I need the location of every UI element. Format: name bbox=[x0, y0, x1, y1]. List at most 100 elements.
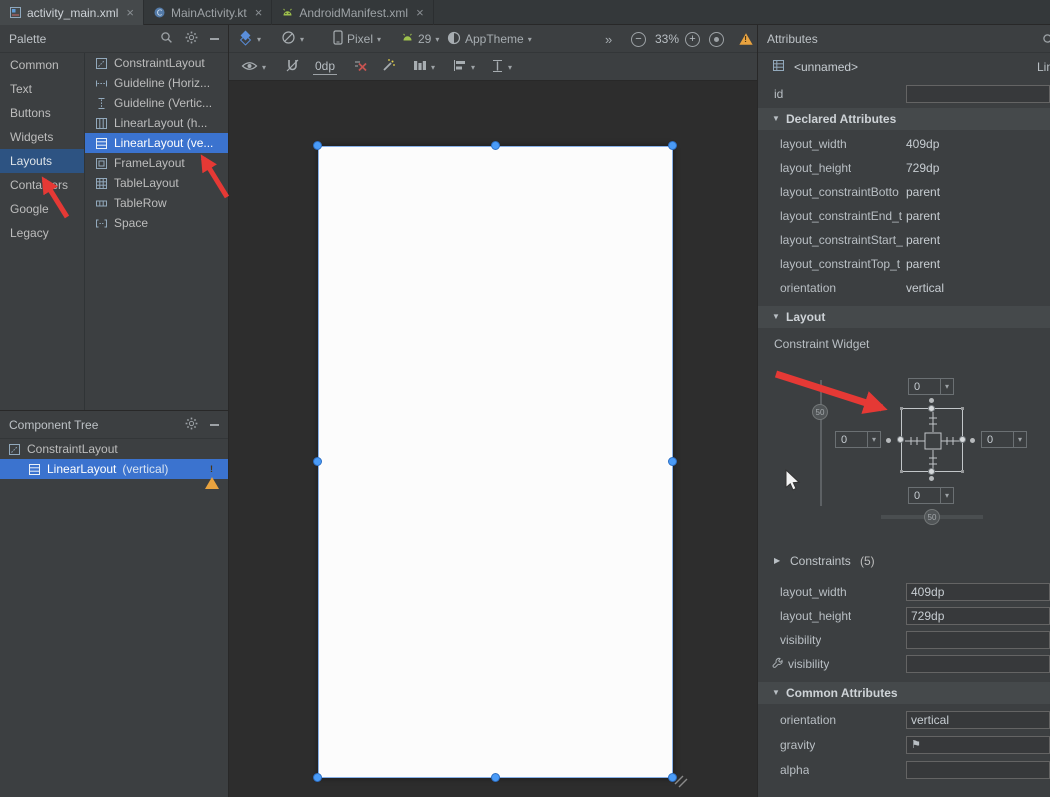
margin-bottom-combo[interactable]: 0 ▾ bbox=[908, 487, 954, 504]
api-version-selector[interactable]: 29 ▾ bbox=[401, 25, 439, 53]
attr-value[interactable]: 409dp bbox=[906, 137, 939, 151]
resize-handle-top-left[interactable] bbox=[313, 141, 322, 150]
gear-icon[interactable] bbox=[185, 31, 198, 47]
palette-category-widgets[interactable]: Widgets bbox=[0, 125, 84, 149]
search-icon[interactable] bbox=[1042, 33, 1050, 49]
declared-row[interactable]: layout_constraintBotto parent bbox=[758, 180, 1050, 204]
attr-value[interactable]: parent bbox=[906, 185, 940, 199]
pack-menu[interactable]: ▾ bbox=[413, 53, 435, 81]
view-options-button[interactable]: ▾ bbox=[241, 53, 266, 81]
palette-category-containers[interactable]: Containers bbox=[0, 173, 84, 197]
orientation-field[interactable] bbox=[906, 711, 1050, 729]
minimize-icon[interactable] bbox=[210, 424, 219, 426]
palette-item-linearlayout-vertical[interactable]: LinearLayout (ve... bbox=[85, 133, 228, 153]
minimize-icon[interactable] bbox=[210, 38, 219, 40]
declared-row[interactable]: layout_constraintStart_ parent bbox=[758, 228, 1050, 252]
alpha-field[interactable] bbox=[906, 761, 1050, 779]
palette-item-guideline-horizontal[interactable]: Guideline (Horiz... bbox=[85, 73, 228, 93]
gravity-field[interactable]: ⚑ bbox=[906, 736, 1050, 754]
resize-handle-bottom-right[interactable] bbox=[668, 773, 677, 782]
attr-value[interactable]: parent bbox=[906, 257, 940, 271]
attr-value[interactable]: parent bbox=[906, 233, 940, 247]
layout-height-field[interactable] bbox=[906, 607, 1050, 625]
vertical-bias-value[interactable]: 50 bbox=[812, 404, 828, 420]
constraints-group-row[interactable]: ▶ Constraints (5) bbox=[758, 550, 1050, 574]
resize-handle-bottom-center[interactable] bbox=[491, 773, 500, 782]
attr-value[interactable]: parent bbox=[906, 209, 940, 223]
palette-category-text[interactable]: Text bbox=[0, 77, 84, 101]
palette-category-common[interactable]: Common bbox=[0, 53, 84, 77]
constraint-anchor-right[interactable] bbox=[959, 436, 966, 443]
palette-item-label: Guideline (Vertic... bbox=[114, 96, 212, 110]
close-icon[interactable]: × bbox=[255, 6, 263, 19]
declared-row[interactable]: layout_constraintTop_t parent bbox=[758, 252, 1050, 276]
section-expanded-icon: ▼ bbox=[772, 306, 780, 328]
constraint-widget[interactable] bbox=[901, 408, 963, 472]
gear-icon[interactable] bbox=[185, 417, 198, 433]
default-margin-selector[interactable]: 0dp bbox=[313, 53, 337, 81]
attr-value[interactable]: 729dp bbox=[906, 161, 939, 175]
search-icon[interactable] bbox=[160, 31, 173, 47]
horizontal-bias-value[interactable]: 50 bbox=[924, 509, 940, 525]
constraint-anchor-bottom[interactable] bbox=[928, 468, 935, 475]
design-surface[interactable] bbox=[229, 81, 757, 797]
margin-left-combo[interactable]: 0 ▾ bbox=[835, 431, 881, 448]
autoconnect-toggle[interactable] bbox=[285, 53, 300, 81]
close-icon[interactable]: × bbox=[416, 6, 424, 19]
constraint-anchor-left[interactable] bbox=[897, 436, 904, 443]
toolbar-overflow-button[interactable]: » bbox=[605, 25, 612, 53]
palette-item-framelayout[interactable]: FrameLayout bbox=[85, 153, 228, 173]
tab-androidmanifest-xml[interactable]: AndroidManifest.xml × bbox=[272, 0, 433, 25]
margin-top-combo[interactable]: 0 ▾ bbox=[908, 378, 954, 395]
attr-value[interactable]: vertical bbox=[906, 281, 944, 295]
design-mode-selector[interactable]: ▾ bbox=[237, 25, 261, 53]
resize-handle-bottom-left[interactable] bbox=[313, 773, 322, 782]
declared-row[interactable]: layout_height 729dp bbox=[758, 156, 1050, 180]
clear-constraints-button[interactable] bbox=[353, 53, 368, 81]
resize-handle-middle-left[interactable] bbox=[313, 457, 322, 466]
declared-row[interactable]: layout_width 409dp bbox=[758, 132, 1050, 156]
palette-category-buttons[interactable]: Buttons bbox=[0, 101, 84, 125]
margin-right-combo[interactable]: 0 ▾ bbox=[981, 431, 1027, 448]
infer-constraints-button[interactable] bbox=[381, 53, 396, 81]
palette-category-legacy[interactable]: Legacy bbox=[0, 221, 84, 245]
palette-category-layouts[interactable]: Layouts bbox=[0, 149, 84, 173]
palette-item-constraintlayout[interactable]: ConstraintLayout bbox=[85, 53, 228, 73]
zoom-in-button[interactable]: + bbox=[685, 25, 700, 53]
tab-mainactivity-kt[interactable]: C MainActivity.kt × bbox=[144, 0, 272, 25]
id-field[interactable] bbox=[906, 85, 1050, 103]
device-selector[interactable]: Pixel ▾ bbox=[333, 25, 381, 53]
orientation-variant-selector[interactable]: ▾ bbox=[281, 25, 304, 53]
section-common-attributes[interactable]: ▼ Common Attributes bbox=[758, 682, 1050, 704]
declared-row[interactable]: orientation vertical bbox=[758, 276, 1050, 300]
section-declared-attributes[interactable]: ▼ Declared Attributes bbox=[758, 108, 1050, 130]
warning-icon[interactable] bbox=[205, 463, 219, 477]
theme-selector[interactable]: AppTheme ▾ bbox=[447, 25, 532, 53]
tab-activity-main-xml[interactable]: activity_main.xml × bbox=[0, 0, 144, 25]
palette-item-space[interactable]: Space bbox=[85, 213, 228, 233]
visibility-field[interactable] bbox=[906, 631, 1050, 649]
layout-width-field[interactable] bbox=[906, 583, 1050, 601]
design-canvas[interactable] bbox=[318, 146, 673, 778]
declared-row[interactable]: layout_constraintEnd_t parent bbox=[758, 204, 1050, 228]
vertical-bias-slider[interactable] bbox=[820, 380, 822, 506]
tree-item-constraintlayout[interactable]: ConstraintLayout bbox=[0, 439, 228, 459]
palette-item-tablerow[interactable]: TableRow bbox=[85, 193, 228, 213]
palette-category-google[interactable]: Google bbox=[0, 197, 84, 221]
resize-handle-top-right[interactable] bbox=[668, 141, 677, 150]
zoom-fit-button[interactable] bbox=[709, 25, 724, 53]
palette-item-tablelayout[interactable]: TableLayout bbox=[85, 173, 228, 193]
warnings-button[interactable] bbox=[739, 25, 753, 53]
resize-handle-middle-right[interactable] bbox=[668, 457, 677, 466]
resize-handle-top-center[interactable] bbox=[491, 141, 500, 150]
tools-visibility-field[interactable] bbox=[906, 655, 1050, 673]
palette-item-linearlayout-horizontal[interactable]: LinearLayout (h... bbox=[85, 113, 228, 133]
align-menu[interactable]: ▾ bbox=[453, 53, 475, 81]
distribute-menu[interactable]: ▾ bbox=[491, 53, 512, 81]
close-icon[interactable]: × bbox=[126, 6, 134, 19]
constraint-anchor-top[interactable] bbox=[928, 405, 935, 412]
palette-item-guideline-vertical[interactable]: Guideline (Vertic... bbox=[85, 93, 228, 113]
tree-item-linearlayout-vertical[interactable]: LinearLayout (vertical) bbox=[0, 459, 228, 479]
section-layout[interactable]: ▼ Layout bbox=[758, 306, 1050, 328]
zoom-out-button[interactable]: − bbox=[631, 25, 646, 53]
